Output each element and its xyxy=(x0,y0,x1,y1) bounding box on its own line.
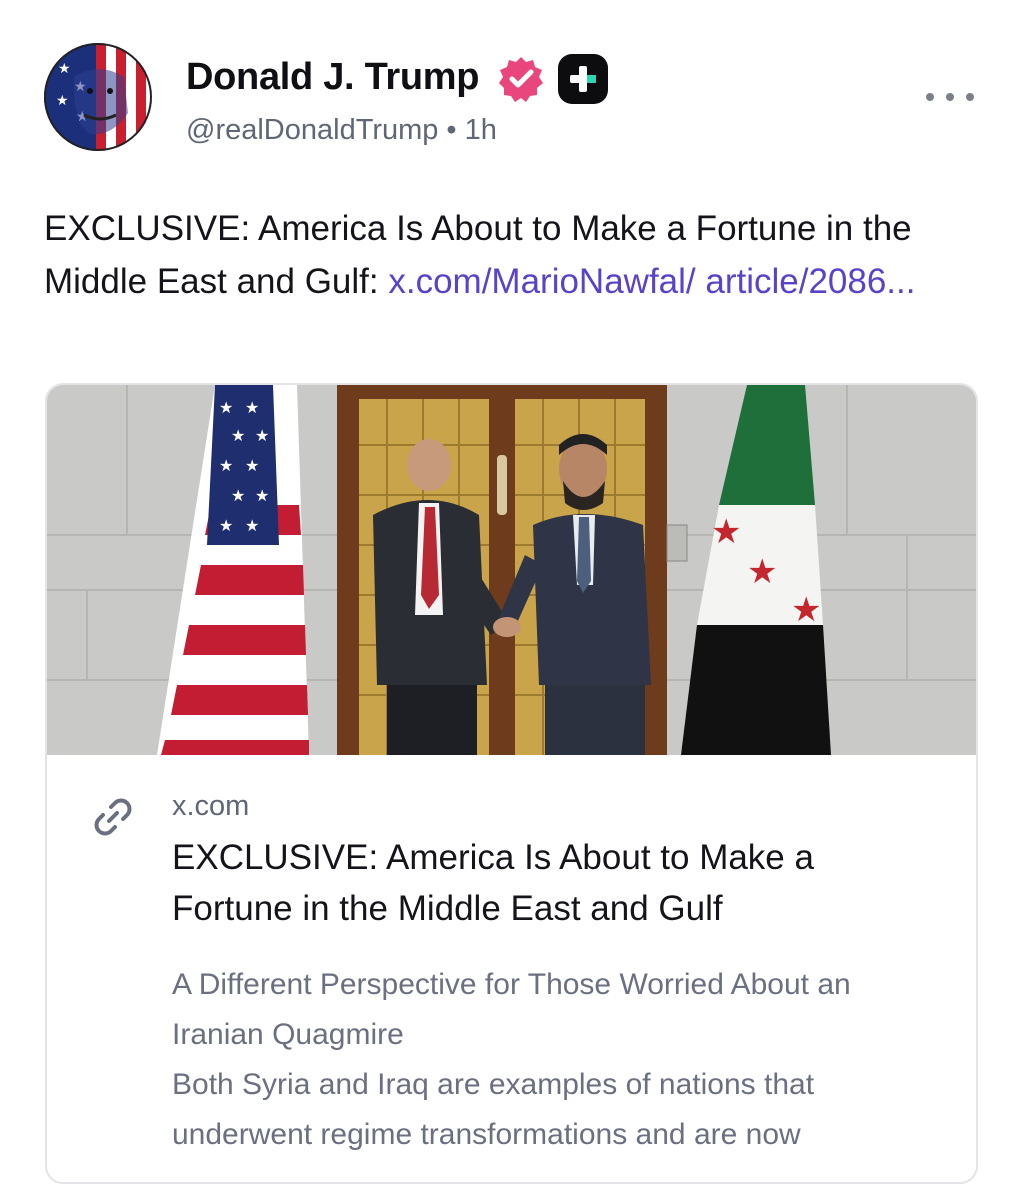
flag-face-avatar: ★ ★ ★ ★ xyxy=(44,43,152,151)
link-preview-card[interactable]: ★ ★ ★ ★ ★ ★ ★ ★ ★ ★ ★ ★ ★ x.com EXCLUSIV… xyxy=(45,383,978,1184)
svg-text:★: ★ xyxy=(791,591,821,629)
more-dot xyxy=(946,93,954,101)
svg-text:★: ★ xyxy=(219,518,233,535)
card-domain: x.com xyxy=(172,790,250,822)
more-dot xyxy=(926,93,934,101)
link-icon xyxy=(94,798,132,836)
svg-text:★: ★ xyxy=(245,518,259,535)
avatar[interactable]: ★ ★ ★ ★ xyxy=(44,43,152,151)
separator: • xyxy=(446,114,457,146)
svg-text:★: ★ xyxy=(245,458,259,475)
svg-text:★: ★ xyxy=(255,428,269,445)
svg-text:★: ★ xyxy=(231,428,245,445)
svg-text:★: ★ xyxy=(219,400,233,417)
card-title[interactable]: EXCLUSIVE: America Is About to Make a Fo… xyxy=(172,832,932,934)
svg-text:★: ★ xyxy=(245,400,259,417)
timestamp[interactable]: 1h xyxy=(465,114,497,146)
handle-row: @realDonaldTrump • 1h xyxy=(186,114,497,147)
plus-badge-icon xyxy=(558,54,608,104)
verified-badge-icon xyxy=(499,57,543,102)
more-dot xyxy=(966,93,974,101)
svg-text:★: ★ xyxy=(711,513,741,551)
svg-text:★: ★ xyxy=(747,553,777,591)
post-link[interactable]: x.com/MarioNawfal/ article/2086... xyxy=(388,262,915,301)
svg-text:★: ★ xyxy=(231,488,245,505)
more-options-icon[interactable] xyxy=(926,82,974,112)
card-description-line: A Different Perspective for Those Worrie… xyxy=(172,968,851,1051)
svg-text:★: ★ xyxy=(255,488,269,505)
handle[interactable]: @realDonaldTrump xyxy=(186,114,438,146)
handshake-photo: ★ ★ ★ ★ ★ ★ ★ ★ ★ ★ ★ ★ ★ xyxy=(47,385,976,755)
display-name[interactable]: Donald J. Trump xyxy=(186,56,480,99)
svg-text:★: ★ xyxy=(58,60,71,76)
post-text: EXCLUSIVE: America Is About to Make a Fo… xyxy=(44,202,984,308)
card-description-line: Both Syria and Iraq are examples of nati… xyxy=(172,1068,815,1151)
svg-text:★: ★ xyxy=(219,458,233,475)
card-description: A Different Perspective for Those Worrie… xyxy=(172,960,942,1160)
svg-text:★: ★ xyxy=(56,92,69,108)
